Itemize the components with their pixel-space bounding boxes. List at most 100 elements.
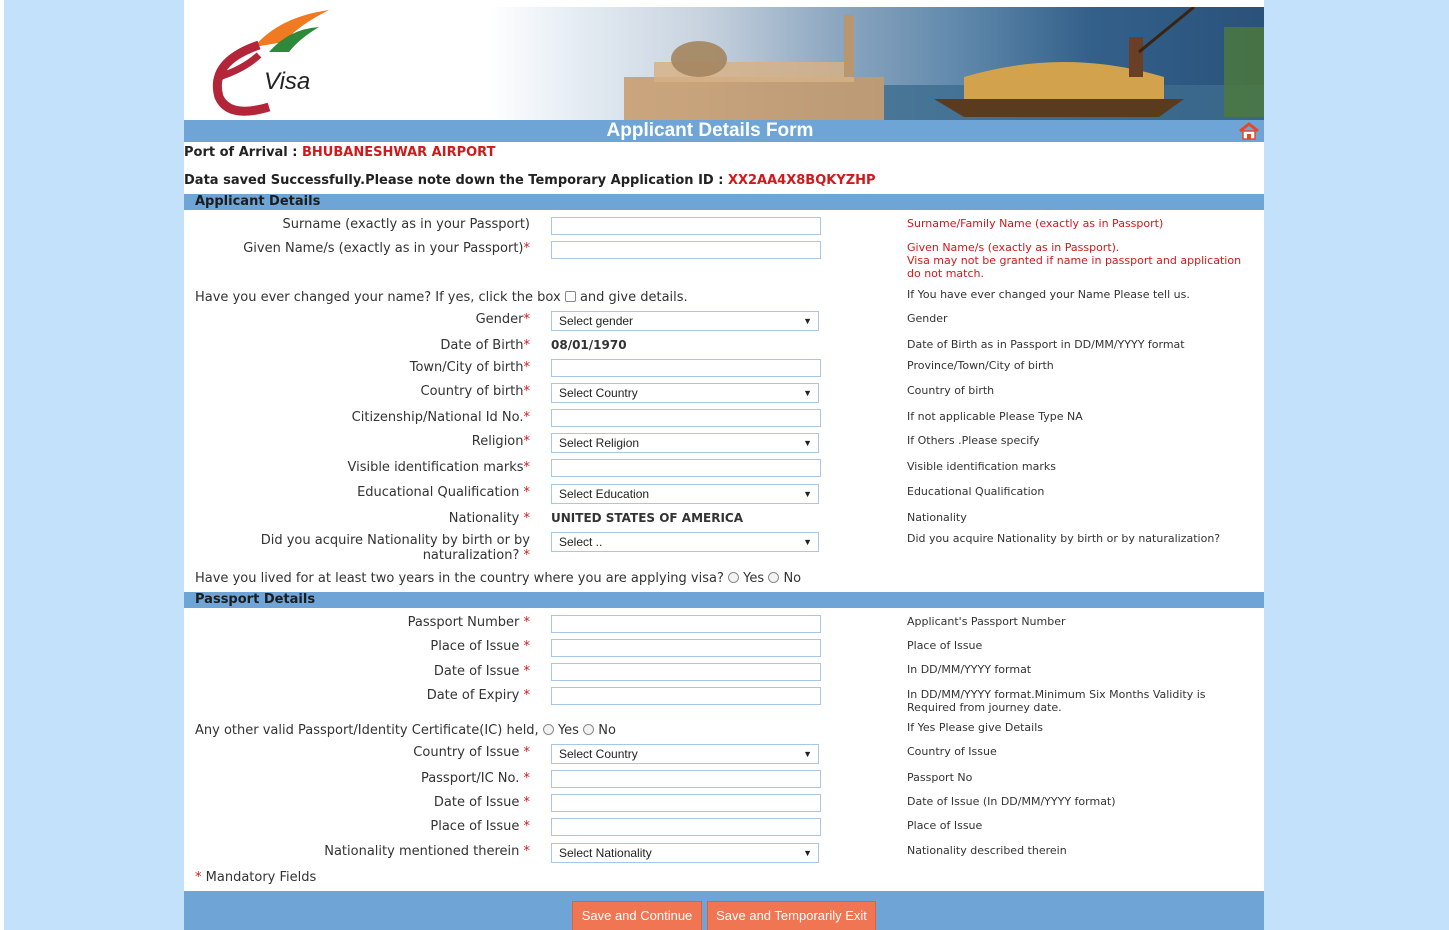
citizenship-hint: If not applicable Please Type NA [907, 410, 1083, 423]
no-label: No [783, 571, 802, 586]
date-of-expiry-label: Date of Expiry * [426, 688, 530, 703]
country-of-birth-hint: Country of birth [907, 384, 995, 397]
name-change-row: Have you ever changed your name? If yes,… [195, 290, 688, 305]
passport-details-section: Passport Details [184, 592, 1264, 608]
date-of-issue-hint: In DD/MM/YYYY format [907, 663, 1032, 676]
form-page: Visa Applicant Details Form Port of Arri… [184, 0, 1264, 930]
town-hint: Province/Town/City of birth [907, 359, 1054, 372]
ic-country-of-issue-select[interactable]: Select Country ▼ [551, 744, 819, 764]
acquire-nationality-select[interactable]: Select .. ▼ [551, 532, 819, 552]
town-input[interactable] [551, 359, 821, 377]
religion-select[interactable]: Select Religion ▼ [551, 433, 819, 453]
ic-place-of-issue-label: Place of Issue * [430, 819, 530, 834]
date-of-expiry-hint: In DD/MM/YYYY format.Minimum Six Months … [907, 688, 1206, 714]
chevron-down-icon: ▼ [803, 848, 812, 858]
ic-place-of-issue-hint: Place of Issue [907, 819, 983, 832]
other-passport-hint: If Yes Please give Details [907, 721, 1044, 734]
dob-label: Date of Birth* [440, 338, 530, 353]
date-of-expiry-input[interactable] [551, 687, 821, 705]
page-title: Applicant Details Form [606, 120, 814, 141]
country-of-birth-select[interactable]: Select Country ▼ [551, 383, 819, 403]
passport-number-hint: Applicant's Passport Number [907, 615, 1066, 628]
section-title: Passport Details [195, 592, 316, 607]
place-of-issue-hint: Place of Issue [907, 639, 983, 652]
surname-hint: Surname/Family Name (exactly as in Passp… [907, 217, 1164, 230]
home-icon[interactable] [1238, 122, 1260, 140]
ic-nationality-hint: Nationality described therein [907, 844, 1067, 857]
ic-country-of-issue-hint: Country of Issue [907, 745, 997, 758]
ic-number-hint: Passport No [907, 771, 973, 784]
date-of-issue-input[interactable] [551, 663, 821, 681]
chevron-down-icon: ▼ [803, 388, 812, 398]
nationality-label: Nationality * [448, 511, 530, 526]
ic-number-label: Passport/IC No. * [420, 771, 530, 786]
port-label: Port of Arrival : [184, 145, 303, 160]
temporary-application-id: XX2AA4X8BQKYZHP [727, 173, 876, 188]
identification-marks-label: Visible identification marks* [347, 460, 530, 475]
title-bar: Applicant Details Form [184, 120, 1264, 142]
no-label: No [598, 723, 616, 738]
port-of-arrival: Port of Arrival : BHUBANESHWAR AIRPORT [184, 145, 495, 160]
education-select[interactable]: Select Education ▼ [551, 484, 819, 504]
education-label: Educational Qualification * [357, 485, 530, 500]
section-title: Applicant Details [195, 194, 321, 209]
ic-date-of-issue-label: Date of Issue * [433, 795, 530, 810]
save-and-exit-button[interactable]: Save and Temporarily Exit [707, 901, 876, 930]
port-value: BHUBANESHWAR AIRPORT [302, 145, 496, 160]
gender-label: Gender* [475, 312, 530, 327]
evisa-logo: Visa [212, 10, 329, 116]
ic-date-of-issue-input[interactable] [551, 794, 821, 812]
citizenship-label: Citizenship/National Id No.* [351, 410, 530, 425]
ic-date-of-issue-hint: Date of Issue (In DD/MM/YYYY format) [907, 795, 1116, 808]
name-change-hint: If You have ever changed your Name Pleas… [907, 288, 1190, 301]
footer-bar: Save and Continue Save and Temporarily E… [184, 891, 1264, 930]
given-name-label: Given Name/s (exactly as in your Passpor… [243, 241, 530, 256]
save-message-text: Data saved Successfully.Please note down… [184, 173, 728, 188]
passport-number-input[interactable] [551, 615, 821, 633]
date-of-issue-label: Date of Issue * [433, 664, 530, 679]
identification-marks-hint: Visible identification marks [907, 460, 1056, 473]
acquire-nationality-label: Did you acquire Nationality by birth or … [260, 533, 530, 563]
ic-place-of-issue-input[interactable] [551, 818, 821, 836]
save-and-continue-button[interactable]: Save and Continue [572, 901, 702, 930]
chevron-down-icon: ▼ [803, 438, 812, 448]
lived-two-years-row: Have you lived for at least two years in… [195, 571, 802, 586]
other-passport-no-radio[interactable] [583, 724, 595, 735]
acquire-nationality-hint: Did you acquire Nationality by birth or … [907, 532, 1221, 545]
logo-text: Visa [264, 68, 310, 95]
town-label: Town/City of birth* [409, 360, 530, 375]
place-of-issue-input[interactable] [551, 639, 821, 657]
nationality-value: UNITED STATES OF AMERICA [551, 511, 744, 525]
yes-label: Yes [557, 723, 579, 738]
chevron-down-icon: ▼ [803, 316, 812, 326]
save-message: Data saved Successfully.Please note down… [184, 173, 876, 188]
surname-label: Surname (exactly as in your Passport) [282, 217, 531, 232]
lived-no-radio[interactable] [768, 572, 780, 583]
dob-hint: Date of Birth as in Passport in DD/MM/YY… [907, 338, 1185, 351]
given-name-input[interactable] [551, 241, 821, 259]
ic-nationality-select[interactable]: Select Nationality ▼ [551, 843, 819, 863]
place-of-issue-label: Place of Issue * [430, 639, 530, 654]
religion-hint: If Others .Please specify [907, 434, 1040, 447]
other-passport-row: Any other valid Passport/Identity Certif… [195, 723, 616, 738]
chevron-down-icon: ▼ [803, 749, 812, 759]
nationality-hint: Nationality [907, 511, 967, 524]
country-of-birth-label: Country of birth* [420, 384, 530, 399]
dob-value: 08/01/1970 [551, 338, 627, 352]
gender-hint: Gender [907, 312, 948, 325]
ic-country-of-issue-label: Country of Issue * [413, 745, 530, 760]
header-banner: Visa [184, 7, 1264, 120]
surname-input[interactable] [551, 217, 821, 235]
identification-marks-input[interactable] [551, 459, 821, 477]
ic-number-input[interactable] [551, 770, 821, 788]
gender-select[interactable]: Select gender ▼ [551, 311, 819, 331]
left-edge [0, 0, 4, 930]
ic-nationality-label: Nationality mentioned therein * [324, 844, 530, 859]
citizenship-input[interactable] [551, 409, 821, 427]
name-change-checkbox[interactable] [564, 291, 576, 302]
other-passport-yes-radio[interactable] [542, 724, 554, 735]
applicant-details-section: Applicant Details [184, 194, 1264, 210]
education-hint: Educational Qualification [907, 485, 1045, 498]
banner-art [624, 7, 1264, 120]
lived-yes-radio[interactable] [728, 572, 740, 583]
